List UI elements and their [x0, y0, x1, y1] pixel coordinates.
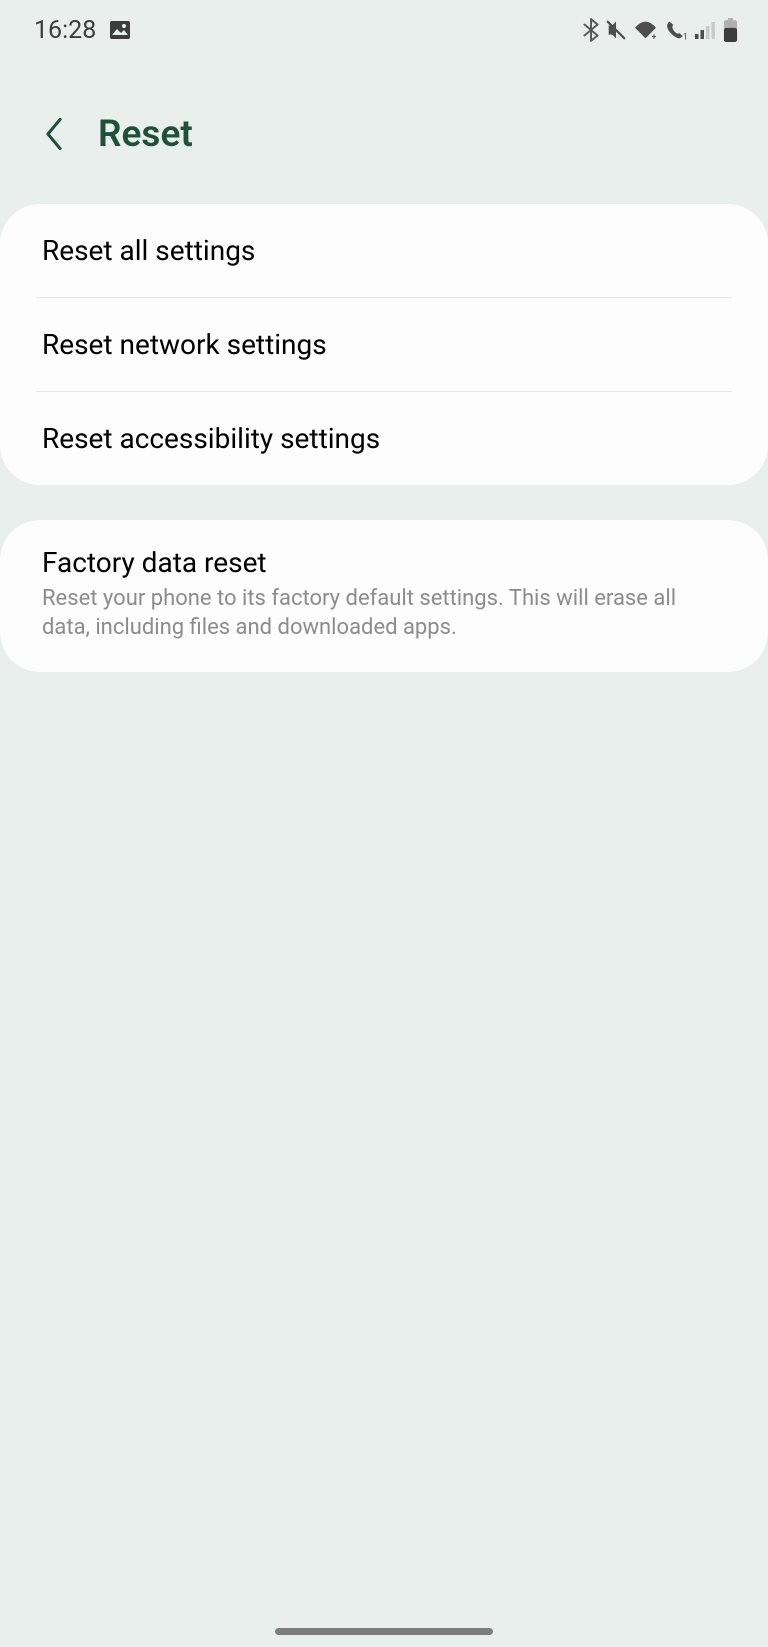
status-left: 16:28	[34, 16, 132, 45]
svg-text:+: +	[652, 32, 657, 40]
home-indicator[interactable]	[275, 1628, 493, 1635]
back-button[interactable]	[40, 112, 68, 156]
reset-network-settings-item[interactable]: Reset network settings	[0, 298, 768, 391]
volte-icon: 1	[664, 19, 689, 41]
list-item-label: Reset all settings	[42, 234, 726, 267]
settings-card-reset-options: Reset all settings Reset network setting…	[0, 204, 768, 485]
list-item-label: Factory data reset	[42, 546, 726, 579]
list-item-label: Reset accessibility settings	[42, 422, 726, 455]
list-item-label: Reset network settings	[42, 328, 726, 361]
wifi-icon: +	[633, 20, 658, 40]
page-title: Reset	[98, 113, 193, 156]
status-bar: 16:28 +	[0, 0, 768, 60]
status-right: + 1	[583, 18, 738, 42]
svg-text:1: 1	[683, 31, 688, 41]
factory-data-reset-item[interactable]: Factory data reset Reset your phone to i…	[0, 520, 768, 672]
reset-accessibility-settings-item[interactable]: Reset accessibility settings	[0, 392, 768, 485]
mute-icon	[605, 19, 627, 41]
signal-icon	[695, 20, 717, 40]
image-icon	[108, 18, 132, 42]
reset-all-settings-item[interactable]: Reset all settings	[0, 204, 768, 297]
bluetooth-icon	[583, 18, 599, 42]
chevron-left-icon	[45, 117, 63, 151]
status-time: 16:28	[34, 16, 96, 45]
battery-icon	[723, 18, 738, 42]
list-item-sublabel: Reset your phone to its factory default …	[42, 585, 726, 642]
header: Reset	[0, 60, 768, 204]
settings-card-factory-reset: Factory data reset Reset your phone to i…	[0, 520, 768, 672]
